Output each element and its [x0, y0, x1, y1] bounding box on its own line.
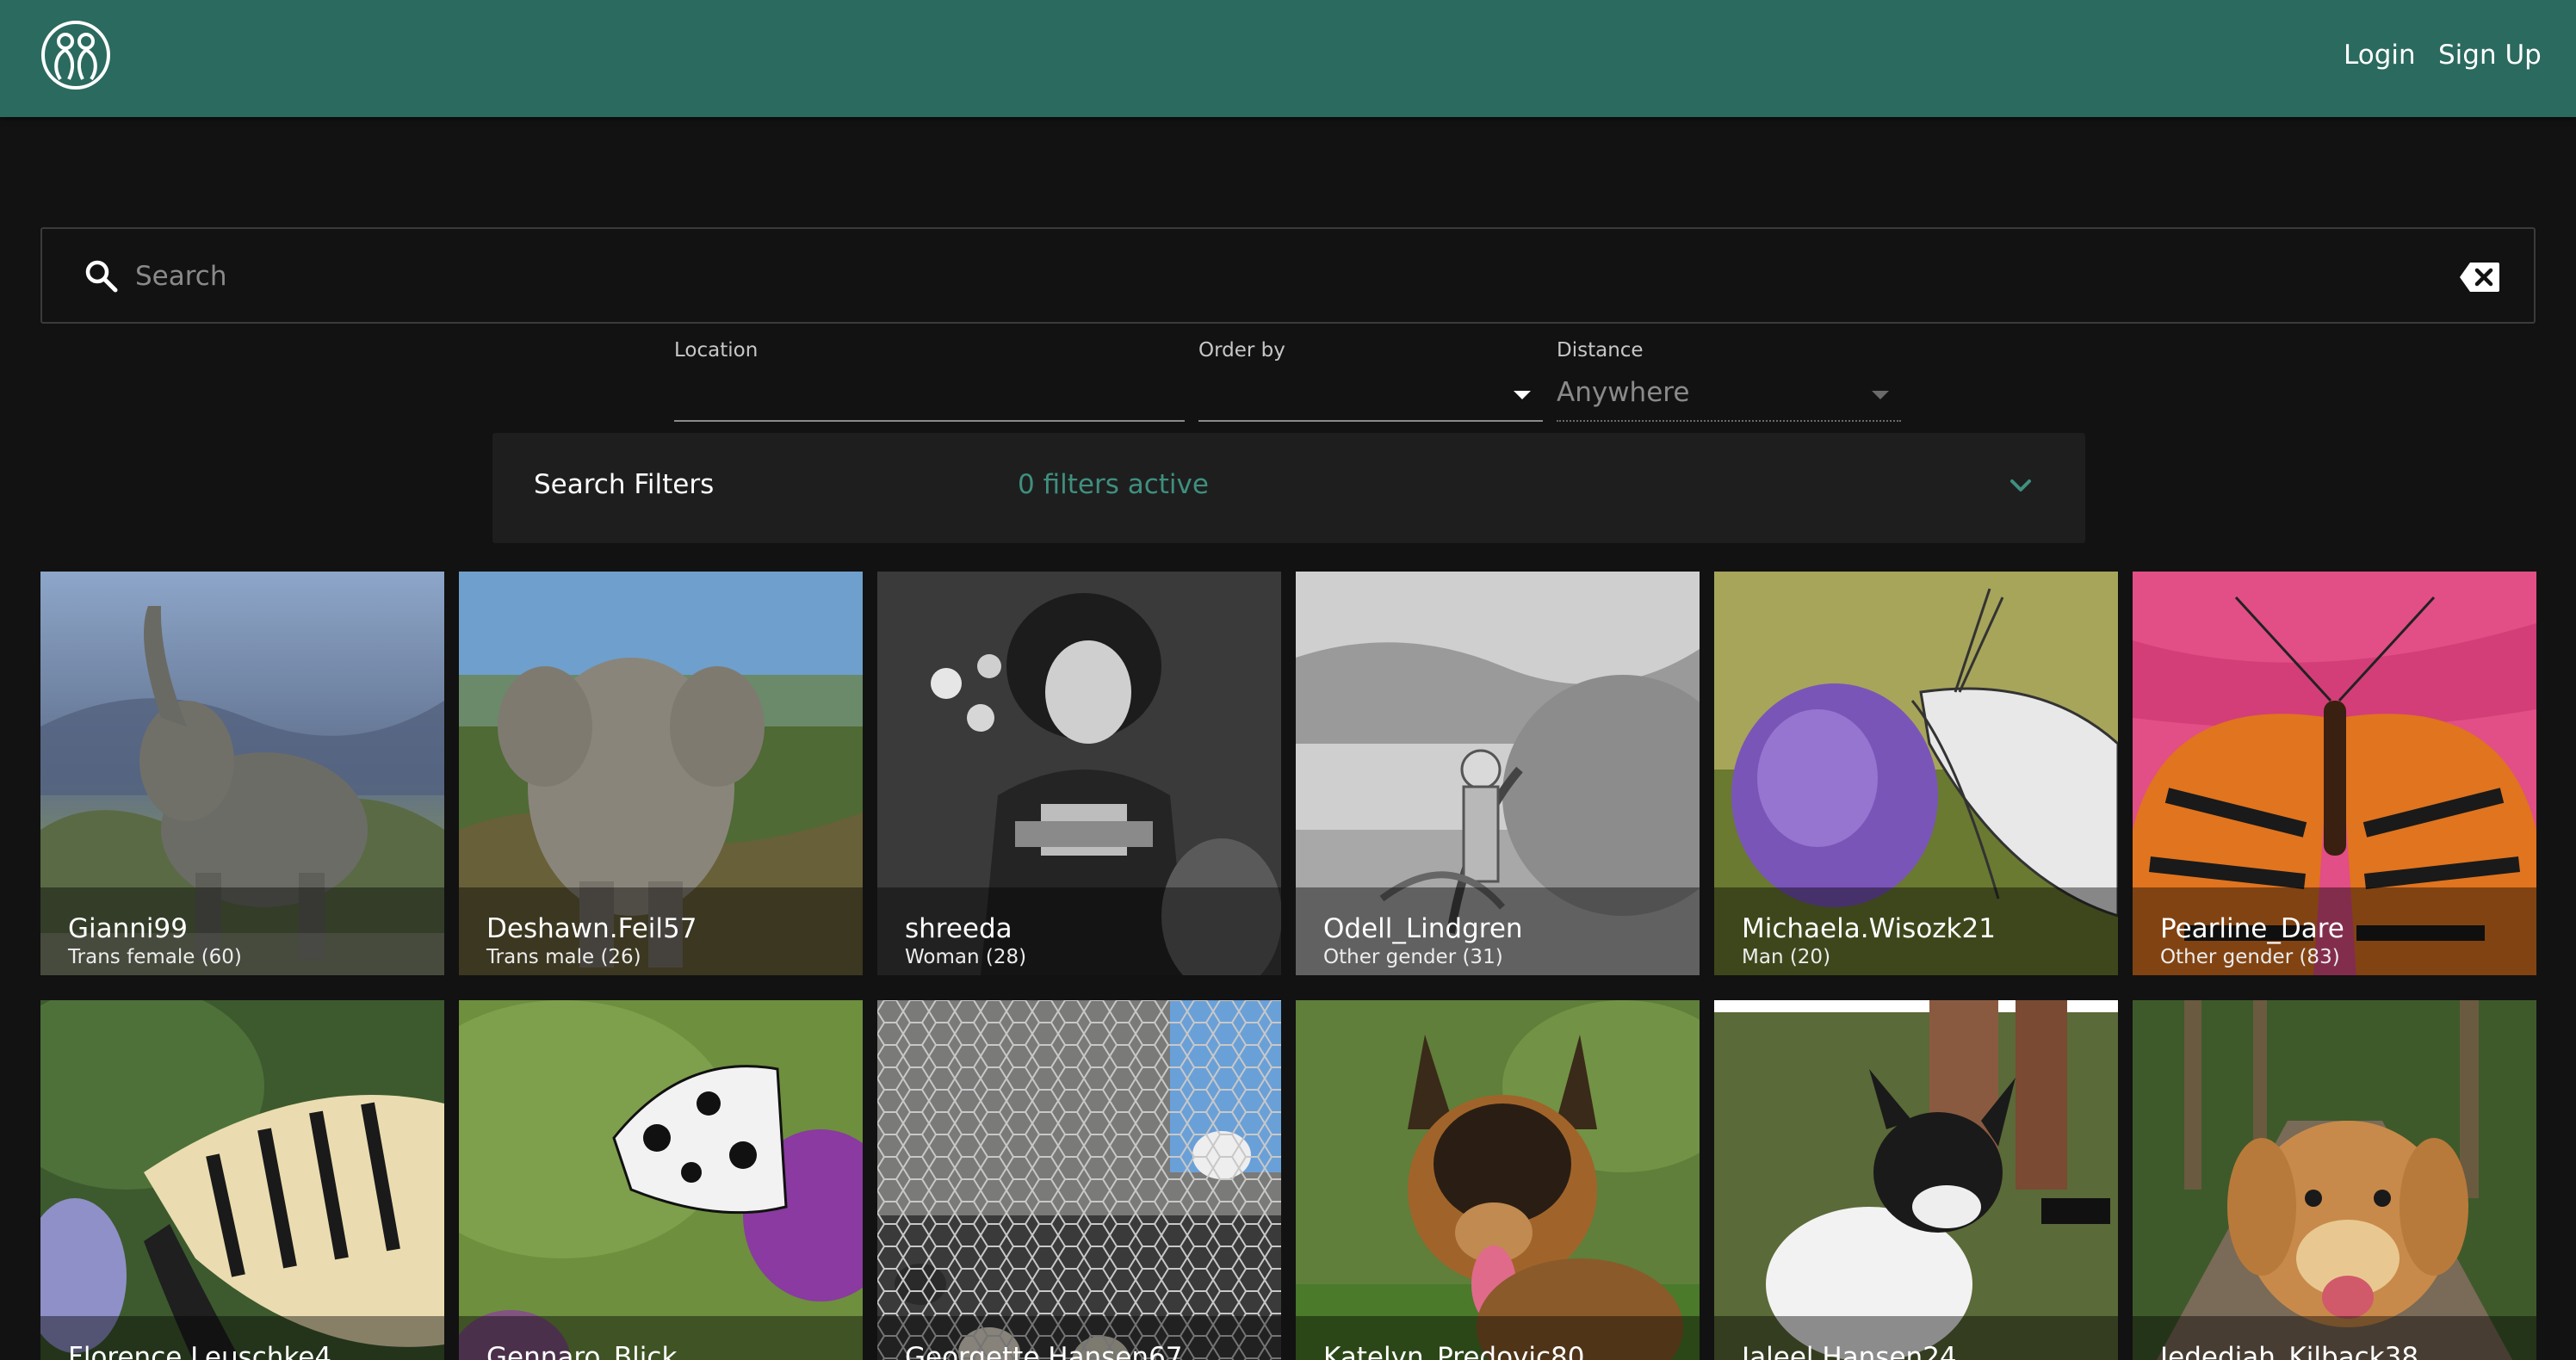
profile-card[interactable]: Katelyn_Predovic80 [1296, 1000, 1700, 1360]
profile-card[interactable]: Georgette.Hansen67 [877, 1000, 1281, 1360]
location-field[interactable] [674, 370, 1185, 422]
distance-label: Distance [1557, 339, 1644, 362]
search-filters-title: Search Filters [534, 469, 715, 500]
signup-link[interactable]: Sign Up [2438, 36, 2542, 74]
profile-card[interactable]: Jaleel.Hansen24 [1714, 1000, 2118, 1360]
order-by-label: Order by [1198, 339, 1285, 362]
profile-card[interactable]: Florence.Leuschke4 [40, 1000, 444, 1360]
profile-name: Florence.Leuschke4 [68, 1342, 332, 1360]
profile-detail: Man (20) [1742, 946, 1831, 968]
profile-name: Jedediah_Kilback38 [2160, 1342, 2419, 1360]
profile-card[interactable]: Michaela.Wisozk21 Man (20) [1714, 572, 2118, 975]
profile-card[interactable]: Deshawn.Feil57 Trans male (26) [459, 572, 863, 975]
profile-photo [1296, 1000, 1700, 1360]
profile-name: shreeda [905, 913, 1012, 944]
top-app-bar: Login Sign Up [0, 0, 2576, 117]
profile-detail: Other gender (31) [1323, 946, 1503, 968]
dropdown-arrow-icon [1872, 391, 1889, 399]
logo-icon[interactable] [40, 19, 112, 91]
profile-photo [2133, 1000, 2536, 1360]
profile-name: Georgette.Hansen67 [905, 1342, 1183, 1360]
order-by-select[interactable] [1198, 370, 1543, 422]
profile-card[interactable]: shreeda Woman (28) [877, 572, 1281, 975]
login-link[interactable]: Login [2344, 36, 2416, 74]
backspace-icon[interactable] [2458, 260, 2501, 294]
dropdown-arrow-icon [1514, 391, 1531, 399]
distance-value: Anywhere [1557, 377, 1690, 408]
profile-card[interactable]: Pearline_Dare Other gender (83) [2133, 572, 2536, 975]
profile-photo [40, 1000, 444, 1360]
profile-card[interactable]: Gianni99 Trans female (60) [40, 572, 444, 975]
profile-card[interactable]: Gennaro_Blick [459, 1000, 863, 1360]
search-input[interactable] [135, 250, 2425, 303]
profile-detail: Trans female (60) [68, 946, 242, 968]
search-bar [40, 227, 2536, 324]
profile-name: Jaleel.Hansen24 [1742, 1342, 1957, 1360]
profile-photo [877, 1000, 1281, 1360]
location-label: Location [674, 339, 759, 362]
profile-detail: Trans male (26) [486, 946, 641, 968]
profile-name: Gianni99 [68, 913, 188, 944]
profile-photo [1714, 1000, 2118, 1360]
profile-name: Odell_Lindgren [1323, 913, 1523, 944]
profile-name: Deshawn.Feil57 [486, 913, 697, 944]
distance-select[interactable]: Anywhere [1557, 370, 1901, 422]
chevron-down-icon[interactable] [2008, 473, 2034, 498]
profile-photo [459, 1000, 863, 1360]
profile-name: Pearline_Dare [2160, 913, 2344, 944]
profile-name: Katelyn_Predovic80 [1323, 1342, 1585, 1360]
profile-grid: Gianni99 Trans female (60) Deshawn.Feil5… [40, 572, 2536, 1360]
search-icon [85, 260, 118, 293]
filters-active-count: 0 filters active [1018, 469, 1209, 500]
profile-card[interactable]: Jedediah_Kilback38 [2133, 1000, 2536, 1360]
search-filters-panel[interactable]: Search Filters 0 filters active [492, 433, 2085, 543]
profile-detail: Other gender (83) [2160, 946, 2340, 968]
profile-card[interactable]: Odell_Lindgren Other gender (31) [1296, 572, 1700, 975]
profile-detail: Woman (28) [905, 946, 1027, 968]
profile-name: Michaela.Wisozk21 [1742, 913, 1996, 944]
profile-name: Gennaro_Blick [486, 1342, 678, 1360]
